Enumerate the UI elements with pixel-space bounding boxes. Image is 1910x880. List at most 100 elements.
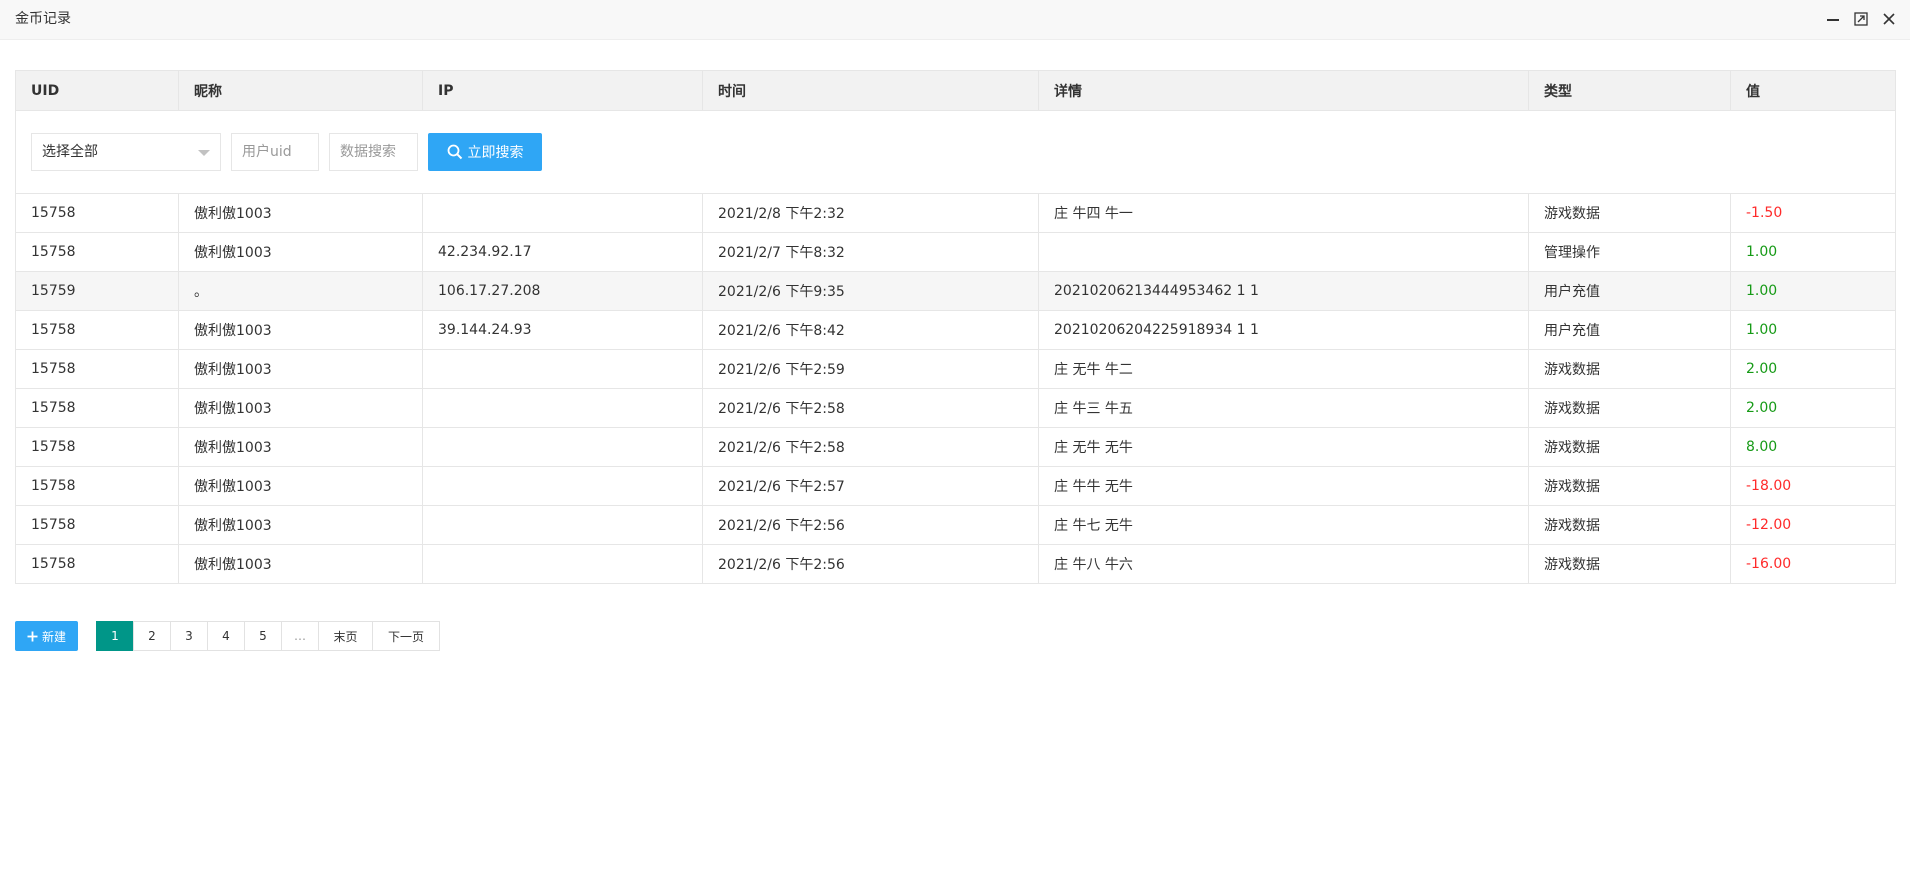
cell-uid: 15758: [15, 232, 179, 272]
table-row[interactable]: 15759。 106.17.27.208 2021/2/6 下午9:35 202102…: [15, 271, 1896, 311]
filter-bar: 选择全部 立即搜索: [31, 133, 1880, 171]
page-3-button[interactable]: 3: [170, 621, 208, 651]
column-header-time[interactable]: 时间: [702, 70, 1039, 111]
close-icon[interactable]: [1878, 8, 1900, 30]
cell-nickname: 傲利傲1003: [178, 310, 423, 350]
search-button[interactable]: 立即搜索: [428, 133, 542, 171]
cell-value: -16.00: [1730, 544, 1896, 584]
cell-time: 2021/2/6 下午9:35: [702, 271, 1039, 311]
pagination-ellipsis: …: [281, 621, 319, 651]
plus-icon: [27, 631, 38, 641]
cell-value: -12.00: [1730, 505, 1896, 545]
column-header-uid[interactable]: UID: [15, 70, 179, 111]
column-header-ip[interactable]: IP: [422, 70, 703, 111]
cell-type: 用户充值: [1528, 271, 1731, 311]
cell-uid: 15758: [15, 544, 179, 584]
chevron-down-icon: [198, 150, 210, 156]
page-5-button[interactable]: 5: [244, 621, 282, 651]
uid-input[interactable]: [231, 133, 319, 171]
cell-ip: [422, 427, 703, 467]
cell-uid: 15758: [15, 505, 179, 545]
cell-nickname: 傲利傲1003: [178, 193, 423, 233]
cell-uid: 15758: [15, 193, 179, 233]
cell-ip: 39.144.24.93: [422, 310, 703, 350]
cell-time: 2021/2/6 下午2:59: [702, 349, 1039, 389]
cell-detail: 20210206204225918934 1 1: [1038, 310, 1529, 350]
cell-uid: 15758: [15, 466, 179, 506]
cell-ip: [422, 544, 703, 584]
cell-type: 游戏数据: [1528, 544, 1731, 584]
column-header-value[interactable]: 值: [1730, 70, 1896, 111]
table-row[interactable]: 15758 傲利傲1003 2021/2/6 下午2:59 庄 无牛 牛二 游戏数据 2.…: [15, 349, 1896, 389]
table-row[interactable]: 15758 傲利傲1003 39.144.24.93 2021/2/6 下午8:42 2…: [15, 310, 1896, 350]
cell-type: 游戏数据: [1528, 505, 1731, 545]
column-header-detail[interactable]: 详情: [1038, 70, 1529, 111]
cell-nickname: 傲利傲1003: [178, 466, 423, 506]
cell-value: 1.00: [1730, 310, 1896, 350]
cell-detail: 庄 无牛 无牛: [1038, 427, 1529, 467]
cell-uid: 15758: [15, 427, 179, 467]
window-titlebar: 金币记录: [0, 0, 1910, 40]
table-body: 选择全部 立即搜索 15758傲利傲10032021/2/8 下午2:32庄 牛…: [15, 110, 1896, 584]
table-row[interactable]: 15758 傲利傲1003 2021/2/8 下午2:32 庄 牛四 牛一 游戏数据 -1…: [15, 193, 1896, 233]
cell-value: -18.00: [1730, 466, 1896, 506]
cell-detail: 庄 牛四 牛一: [1038, 193, 1529, 233]
add-button[interactable]: 新建: [15, 621, 78, 651]
table-row[interactable]: 15758 傲利傲1003 2021/2/6 下午2:58 庄 牛三 牛五 游戏数据 2.…: [15, 388, 1896, 428]
type-select[interactable]: 选择全部: [31, 133, 221, 171]
table-row[interactable]: 15758 傲利傲1003 2021/2/6 下午2:57 庄 牛牛 无牛 游戏数据 -1…: [15, 466, 1896, 506]
cell-time: 2021/2/8 下午2:32: [702, 193, 1039, 233]
cell-detail: 庄 牛三 牛五: [1038, 388, 1529, 428]
cell-detail: 庄 牛七 无牛: [1038, 505, 1529, 545]
cell-type: 游戏数据: [1528, 427, 1731, 467]
cell-detail: 庄 无牛 牛二: [1038, 349, 1529, 389]
cell-value: 2.00: [1730, 349, 1896, 389]
last-page-button[interactable]: 末页: [318, 621, 373, 651]
cell-nickname: 傲利傲1003: [178, 505, 423, 545]
minimize-icon[interactable]: [1822, 8, 1844, 30]
cell-time: 2021/2/6 下午8:42: [702, 310, 1039, 350]
search-icon: [447, 144, 462, 160]
cell-ip: 106.17.27.208: [422, 271, 703, 311]
cell-ip: 42.234.92.17: [422, 232, 703, 272]
column-header-nickname[interactable]: 昵称: [178, 70, 423, 111]
cell-nickname: 。: [178, 271, 423, 311]
data-search-input[interactable]: [329, 133, 418, 171]
cell-nickname: 傲利傲1003: [178, 544, 423, 584]
add-button-label: 新建: [41, 629, 66, 644]
coin-record-table: UID 昵称 IP 时间 详情 类型 值 选择全部 用户uid 数据搜索 立即搜…: [15, 70, 1896, 584]
cell-uid: 15759: [15, 271, 179, 311]
table-row[interactable]: 15758 傲利傲1003 2021/2/6 下午2:56 庄 牛七 无牛 游戏数据 -1…: [15, 505, 1896, 545]
cell-uid: 15758: [15, 349, 179, 389]
maximize-icon[interactable]: [1850, 8, 1872, 30]
cell-type: 管理操作: [1528, 232, 1731, 272]
cell-nickname: 傲利傲1003: [178, 349, 423, 389]
cell-ip: [422, 388, 703, 428]
cell-value: 1.00: [1730, 271, 1896, 311]
cell-nickname: 傲利傲1003: [178, 388, 423, 428]
next-page-button[interactable]: 下一页: [372, 621, 440, 651]
cell-nickname: 傲利傲1003: [178, 427, 423, 467]
cell-detail: [1038, 232, 1529, 272]
table-row[interactable]: 15758 傲利傲1003 42.234.92.17 2021/2/7 下午8:32 管…: [15, 232, 1896, 272]
page-1-button[interactable]: 1: [96, 621, 134, 651]
cell-time: 2021/2/6 下午2:57: [702, 466, 1039, 506]
page-2-button[interactable]: 2: [133, 621, 171, 651]
cell-detail: 20210206213444953462 1 1: [1038, 271, 1529, 311]
cell-value: -1.50: [1730, 193, 1896, 233]
cell-type: 游戏数据: [1528, 388, 1731, 428]
cell-time: 2021/2/6 下午2:58: [702, 388, 1039, 428]
cell-detail: 庄 牛八 牛六: [1038, 544, 1529, 584]
page-4-button[interactable]: 4: [207, 621, 245, 651]
cell-value: 2.00: [1730, 388, 1896, 428]
cell-uid: 15758: [15, 310, 179, 350]
column-header-type[interactable]: 类型: [1528, 70, 1731, 111]
cell-detail: 庄 牛牛 无牛: [1038, 466, 1529, 506]
table-row[interactable]: 15758 傲利傲1003 2021/2/6 下午2:56 庄 牛八 牛六 游戏数据 -1…: [15, 544, 1896, 584]
pagination: 1 2 3 4 5 … 末页 下一页: [96, 621, 440, 651]
cell-time: 2021/2/7 下午8:32: [702, 232, 1039, 272]
table-row[interactable]: 15758 傲利傲1003 2021/2/6 下午2:58 庄 无牛 无牛 游戏数据 8.…: [15, 427, 1896, 467]
cell-ip: [422, 349, 703, 389]
type-select-value: 选择全部: [42, 144, 98, 160]
cell-type: 用户充值: [1528, 310, 1731, 350]
